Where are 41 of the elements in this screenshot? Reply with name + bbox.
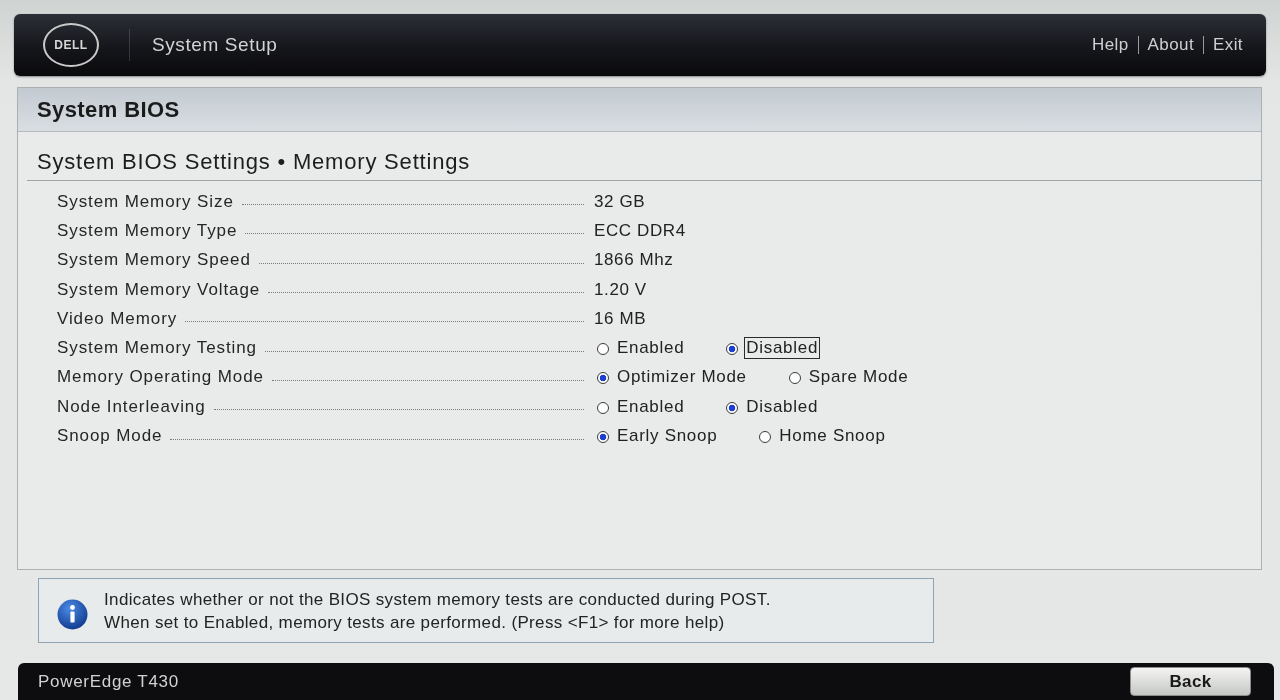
setting-label: Memory Operating Mode xyxy=(57,367,264,388)
radio-icon[interactable] xyxy=(788,372,801,385)
radio-icon[interactable] xyxy=(726,343,739,356)
radio-option[interactable]: Home Snoop xyxy=(777,425,888,447)
setting-label: System Memory Testing xyxy=(57,338,257,359)
radio-option[interactable]: Enabled xyxy=(615,395,687,418)
header-link[interactable]: About xyxy=(1137,36,1195,54)
page-title: System BIOS xyxy=(37,96,180,123)
setting-label: Node Interleaving xyxy=(57,396,206,417)
setting-value: 32 GB xyxy=(594,191,646,212)
setting-value: 1866 Mhz xyxy=(594,250,674,271)
setting-label: Video Memory xyxy=(57,308,178,329)
breadcrumb-title: System BIOS Settings • Memory Settings xyxy=(37,148,471,176)
app-title: System Setup xyxy=(152,34,278,56)
setting-value: 16 MB xyxy=(594,308,647,329)
radio-option[interactable]: Early Snoop xyxy=(615,425,720,447)
radio-option[interactable]: Optimizer Mode xyxy=(615,366,749,389)
setting-label: System Memory Size xyxy=(57,191,234,212)
radio-icon[interactable] xyxy=(597,343,609,356)
logo: DELL xyxy=(43,23,99,67)
info-icon xyxy=(57,599,88,630)
radio-option[interactable]: Enabled xyxy=(615,337,687,360)
radio-icon[interactable] xyxy=(726,401,739,414)
back-button[interactable]: Back xyxy=(1130,667,1251,696)
setting-label: System Memory Voltage xyxy=(57,279,261,300)
setting-value: 1.20 V xyxy=(594,279,647,300)
radio-icon[interactable] xyxy=(597,401,609,414)
radio-option[interactable]: Spare Mode xyxy=(806,366,911,389)
help-text: Indicates whether or not the BIOS system memory tests are conducted during POST. When set to Enabled, memory tests are performed. (Press <F1> for more help) xyxy=(104,588,771,634)
radio-option[interactable]: Disabled xyxy=(744,337,821,360)
setting-label: System Memory Type xyxy=(57,220,238,241)
setting-label: System Memory Speed xyxy=(57,250,251,271)
header-link[interactable]: Help xyxy=(1092,36,1129,54)
radio-icon[interactable] xyxy=(759,431,772,443)
setting-label: Snoop Mode xyxy=(57,426,163,446)
model-name: PowerEdge T430 xyxy=(38,671,179,692)
header-link[interactable]: Exit xyxy=(1203,36,1243,54)
setting-value: ECC DDR4 xyxy=(594,220,686,241)
radio-icon[interactable] xyxy=(597,372,609,385)
radio-option[interactable]: Disabled xyxy=(744,395,821,418)
radio-icon[interactable] xyxy=(597,431,609,443)
